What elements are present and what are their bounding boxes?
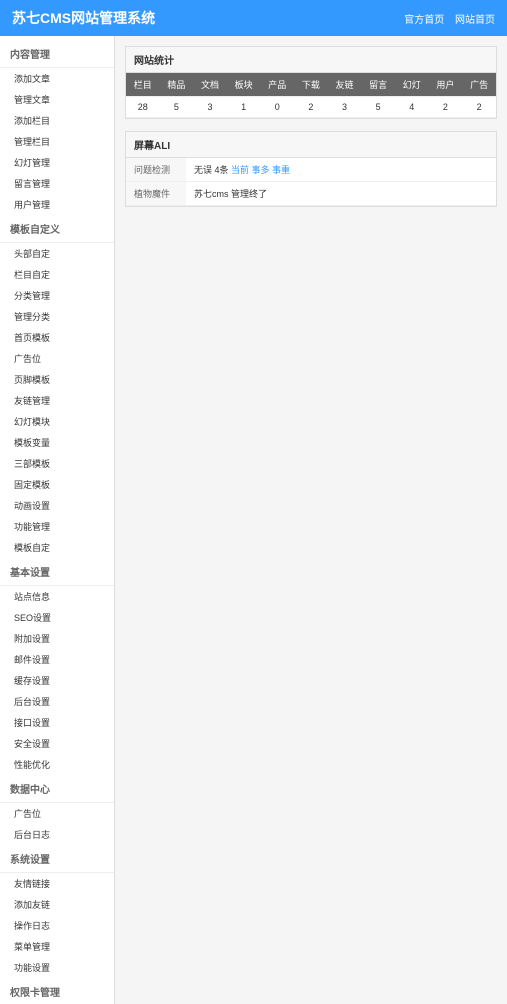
stats-header: 板块 xyxy=(227,73,261,97)
sidebar-item[interactable]: 功能设置 xyxy=(0,957,114,978)
sidebar-item[interactable]: 性能优化 xyxy=(0,754,114,775)
sidebar-item[interactable]: 模板变量 xyxy=(0,432,114,453)
sidebar-item[interactable]: 缓存设置 xyxy=(0,670,114,691)
sidebar-item[interactable]: 功能管理 xyxy=(0,516,114,537)
side-title: 数据中心 xyxy=(0,775,114,803)
header: 苏七CMS网站管理系统 官方首页 网站首页 xyxy=(0,0,507,36)
stats-cell: 28 xyxy=(126,97,160,118)
stats-header: 广告 xyxy=(462,73,496,97)
app-title: 苏七CMS网站管理系统 xyxy=(12,8,155,28)
sidebar-item[interactable]: 接口设置 xyxy=(0,712,114,733)
main-content: 网站统计 栏目精品文档板块产品下载友链留言幻灯用户广告 285310235422… xyxy=(115,36,507,1004)
sidebar-item[interactable]: 管理文章 xyxy=(0,89,114,110)
stats-panel: 网站统计 栏目精品文档板块产品下载友链留言幻灯用户广告 285310235422 xyxy=(125,46,497,119)
sidebar-item[interactable]: SEO设置 xyxy=(0,607,114,628)
sidebar-item[interactable]: 后台设置 xyxy=(0,691,114,712)
stats-cell: 2 xyxy=(294,97,328,118)
sidebar-item[interactable]: 站点信息 xyxy=(0,586,114,607)
stats-header: 留言 xyxy=(361,73,395,97)
stats-cell: 2 xyxy=(462,97,496,118)
stats-cell: 5 xyxy=(361,97,395,118)
stats-header: 友链 xyxy=(328,73,362,97)
info-row: 问题检测无误 4条 当前 事多 事重 xyxy=(126,158,496,182)
stats-cell: 3 xyxy=(328,97,362,118)
stats-cell: 1 xyxy=(227,97,261,118)
side-title: 权限卡管理 xyxy=(0,978,114,1004)
info-value: 无误 4条 当前 事多 事重 xyxy=(186,158,496,182)
sidebar-item[interactable]: 邮件设置 xyxy=(0,649,114,670)
info-panel: 屏幕ALI 问题检测无误 4条 当前 事多 事重植物魔件苏七cms 管理终了 xyxy=(125,131,497,207)
sidebar-item[interactable]: 广告位 xyxy=(0,803,114,824)
side-title: 内容管理 xyxy=(0,40,114,68)
sidebar-item[interactable]: 广告位 xyxy=(0,348,114,369)
info-link[interactable]: 当前 事多 事重 xyxy=(231,165,290,175)
sidebar-item[interactable]: 友链管理 xyxy=(0,390,114,411)
side-title: 系统设置 xyxy=(0,845,114,873)
sidebar-item[interactable]: 添加友链 xyxy=(0,894,114,915)
stats-cell: 4 xyxy=(395,97,429,118)
sidebar-item[interactable]: 栏目自定 xyxy=(0,264,114,285)
sidebar-item[interactable]: 固定模板 xyxy=(0,474,114,495)
header-links: 官方首页 网站首页 xyxy=(396,11,495,26)
sidebar-item[interactable]: 后台日志 xyxy=(0,824,114,845)
sidebar-item[interactable]: 用户管理 xyxy=(0,194,114,215)
stats-cell: 5 xyxy=(160,97,194,118)
sidebar: 内容管理添加文章管理文章添加栏目管理栏目幻灯管理留言管理用户管理模板自定义头部自… xyxy=(0,36,115,1004)
sidebar-item[interactable]: 模板自定 xyxy=(0,537,114,558)
sidebar-item[interactable]: 友情链接 xyxy=(0,873,114,894)
info-table: 问题检测无误 4条 当前 事多 事重植物魔件苏七cms 管理终了 xyxy=(126,158,496,206)
sidebar-item[interactable]: 管理分类 xyxy=(0,306,114,327)
stats-cell: 2 xyxy=(429,97,463,118)
sidebar-item[interactable]: 动画设置 xyxy=(0,495,114,516)
info-key: 植物魔件 xyxy=(126,182,186,206)
sidebar-item[interactable]: 幻灯模块 xyxy=(0,411,114,432)
header-link-official[interactable]: 官方首页 xyxy=(404,15,444,26)
sidebar-item[interactable]: 幻灯管理 xyxy=(0,152,114,173)
sidebar-item[interactable]: 留言管理 xyxy=(0,173,114,194)
stats-header: 文档 xyxy=(193,73,227,97)
stats-header: 栏目 xyxy=(126,73,160,97)
stats-cell: 0 xyxy=(261,97,295,118)
sidebar-item[interactable]: 头部自定 xyxy=(0,243,114,264)
stats-header: 幻灯 xyxy=(395,73,429,97)
info-title: 屏幕ALI xyxy=(126,132,496,158)
sidebar-item[interactable]: 首页模板 xyxy=(0,327,114,348)
info-key: 问题检测 xyxy=(126,158,186,182)
sidebar-item[interactable]: 菜单管理 xyxy=(0,936,114,957)
sidebar-item[interactable]: 安全设置 xyxy=(0,733,114,754)
side-title: 模板自定义 xyxy=(0,215,114,243)
stats-header: 产品 xyxy=(261,73,295,97)
sidebar-item[interactable]: 添加栏目 xyxy=(0,110,114,131)
stats-title: 网站统计 xyxy=(126,47,496,73)
sidebar-item[interactable]: 附加设置 xyxy=(0,628,114,649)
container: 内容管理添加文章管理文章添加栏目管理栏目幻灯管理留言管理用户管理模板自定义头部自… xyxy=(0,36,507,1004)
stats-cell: 3 xyxy=(193,97,227,118)
sidebar-item[interactable]: 三部模板 xyxy=(0,453,114,474)
info-value: 苏七cms 管理终了 xyxy=(186,182,496,206)
sidebar-item[interactable]: 添加文章 xyxy=(0,68,114,89)
side-title: 基本设置 xyxy=(0,558,114,586)
sidebar-item[interactable]: 页脚模板 xyxy=(0,369,114,390)
stats-header: 用户 xyxy=(429,73,463,97)
header-link-home[interactable]: 网站首页 xyxy=(455,15,495,26)
stats-header: 精品 xyxy=(160,73,194,97)
stats-header: 下载 xyxy=(294,73,328,97)
info-row: 植物魔件苏七cms 管理终了 xyxy=(126,182,496,206)
stats-table: 栏目精品文档板块产品下载友链留言幻灯用户广告 285310235422 xyxy=(126,73,496,118)
sidebar-item[interactable]: 操作日志 xyxy=(0,915,114,936)
sidebar-item[interactable]: 管理栏目 xyxy=(0,131,114,152)
sidebar-item[interactable]: 分类管理 xyxy=(0,285,114,306)
